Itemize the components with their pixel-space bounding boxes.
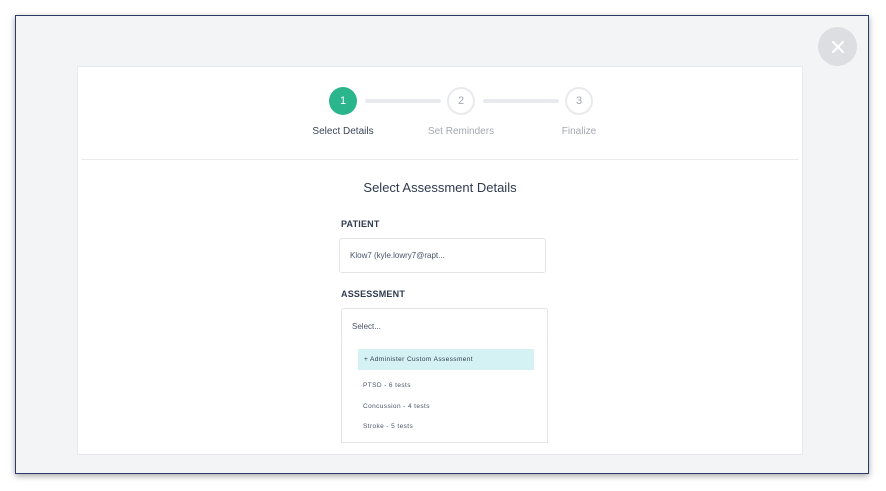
assessment-select[interactable]: Select...	[341, 308, 548, 344]
step-2-label: Set Reminders	[427, 126, 495, 137]
step-3-number: 3	[575, 95, 583, 107]
assessment-dropdown: + Administer Custom Assessment PTSD - 6 …	[341, 343, 548, 443]
assessment-label: ASSESSMENT	[341, 289, 406, 299]
step-2-number: 2	[457, 95, 465, 107]
option-custom-assessment[interactable]: + Administer Custom Assessment	[358, 349, 534, 370]
patient-value: Klow7 (kyle.lowry7@rapt...	[350, 251, 445, 260]
close-icon	[831, 40, 844, 53]
step-1-indicator[interactable]: 1	[329, 87, 357, 115]
option-stroke[interactable]: Stroke - 5 tests	[363, 423, 413, 430]
option-concussion[interactable]: Concussion - 4 tests	[363, 403, 430, 410]
step-3-indicator[interactable]: 3	[565, 87, 593, 115]
stepper-divider	[81, 159, 799, 160]
option-label: + Administer Custom Assessment	[364, 356, 473, 363]
step-1-number: 1	[339, 95, 347, 107]
assessment-placeholder: Select...	[352, 321, 381, 331]
step-2-indicator[interactable]: 2	[447, 87, 475, 115]
step-connector-1-2	[365, 99, 441, 103]
step-3-label: Finalize	[561, 126, 597, 137]
patient-field[interactable]: Klow7 (kyle.lowry7@rapt...	[339, 238, 546, 273]
step-1-label: Select Details	[312, 126, 374, 137]
option-ptsd[interactable]: PTSD - 6 tests	[363, 382, 411, 389]
assessment-wizard-card: 1 2 3 Select Details Set Reminders Final…	[77, 66, 803, 455]
close-button[interactable]	[818, 27, 857, 66]
step-connector-2-3	[483, 99, 559, 103]
section-title: Select Assessment Details	[363, 180, 517, 195]
patient-label: PATIENT	[341, 219, 380, 229]
